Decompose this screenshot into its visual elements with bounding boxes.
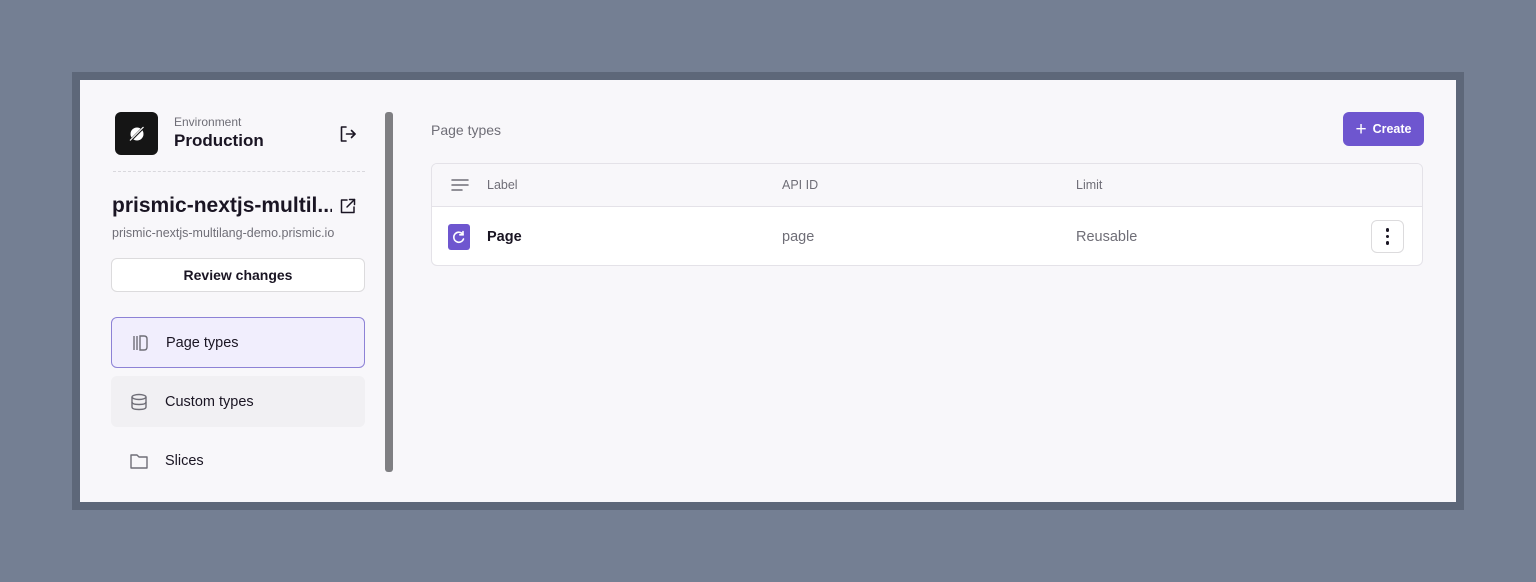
more-options-icon[interactable] xyxy=(1371,220,1404,253)
sidebar-scrollbar[interactable] xyxy=(385,112,393,472)
sort-lines-icon xyxy=(451,178,469,192)
sidebar-item-page-types[interactable]: Page types xyxy=(111,317,365,368)
folder-icon xyxy=(129,451,149,471)
table-header: Label API ID Limit xyxy=(432,164,1422,207)
column-header-label: Label xyxy=(487,178,518,192)
repository-url: prismic-nextjs-multilang-demo.prismic.io xyxy=(112,226,335,240)
column-header-api-id: API ID xyxy=(782,178,819,192)
row-api-id: page xyxy=(782,229,815,245)
sidebar: Environment Production prismic-nextjs-mu… xyxy=(80,80,400,502)
table-row[interactable]: Page page Reusable xyxy=(432,207,1422,265)
database-icon xyxy=(129,392,149,412)
page-types-icon xyxy=(130,333,150,353)
column-header-limit: Limit xyxy=(1076,178,1103,192)
sidebar-divider xyxy=(113,171,365,172)
review-changes-button[interactable]: Review changes xyxy=(111,258,365,292)
environment-label: Environment xyxy=(174,115,242,129)
page-type-icon xyxy=(448,224,470,250)
sidebar-item-label: Custom types xyxy=(165,393,254,410)
page-title: Page types xyxy=(431,122,502,138)
sidebar-item-custom-types[interactable]: Custom types xyxy=(111,376,365,427)
page-types-table: Label API ID Limit Page page Reusable xyxy=(431,163,1423,266)
environment-name: Production xyxy=(174,131,264,150)
sidebar-item-label: Page types xyxy=(166,334,239,351)
repository-title: prismic-nextjs-multil... xyxy=(112,194,332,217)
create-button[interactable]: + Create xyxy=(1343,112,1424,146)
external-link-icon[interactable] xyxy=(339,197,357,215)
sidebar-item-slices[interactable]: Slices xyxy=(111,435,365,486)
slice-machine-app: Environment Production prismic-nextjs-mu… xyxy=(80,80,1456,502)
create-button-label: Create xyxy=(1372,122,1412,136)
plus-icon: + xyxy=(1355,118,1367,140)
prismic-logo-icon xyxy=(115,112,158,155)
row-limit: Reusable xyxy=(1076,229,1138,245)
logout-icon[interactable] xyxy=(338,124,358,144)
sidebar-item-label: Slices xyxy=(165,452,204,469)
row-label[interactable]: Page xyxy=(487,229,522,245)
environment-selector[interactable]: Environment Production xyxy=(115,112,264,155)
